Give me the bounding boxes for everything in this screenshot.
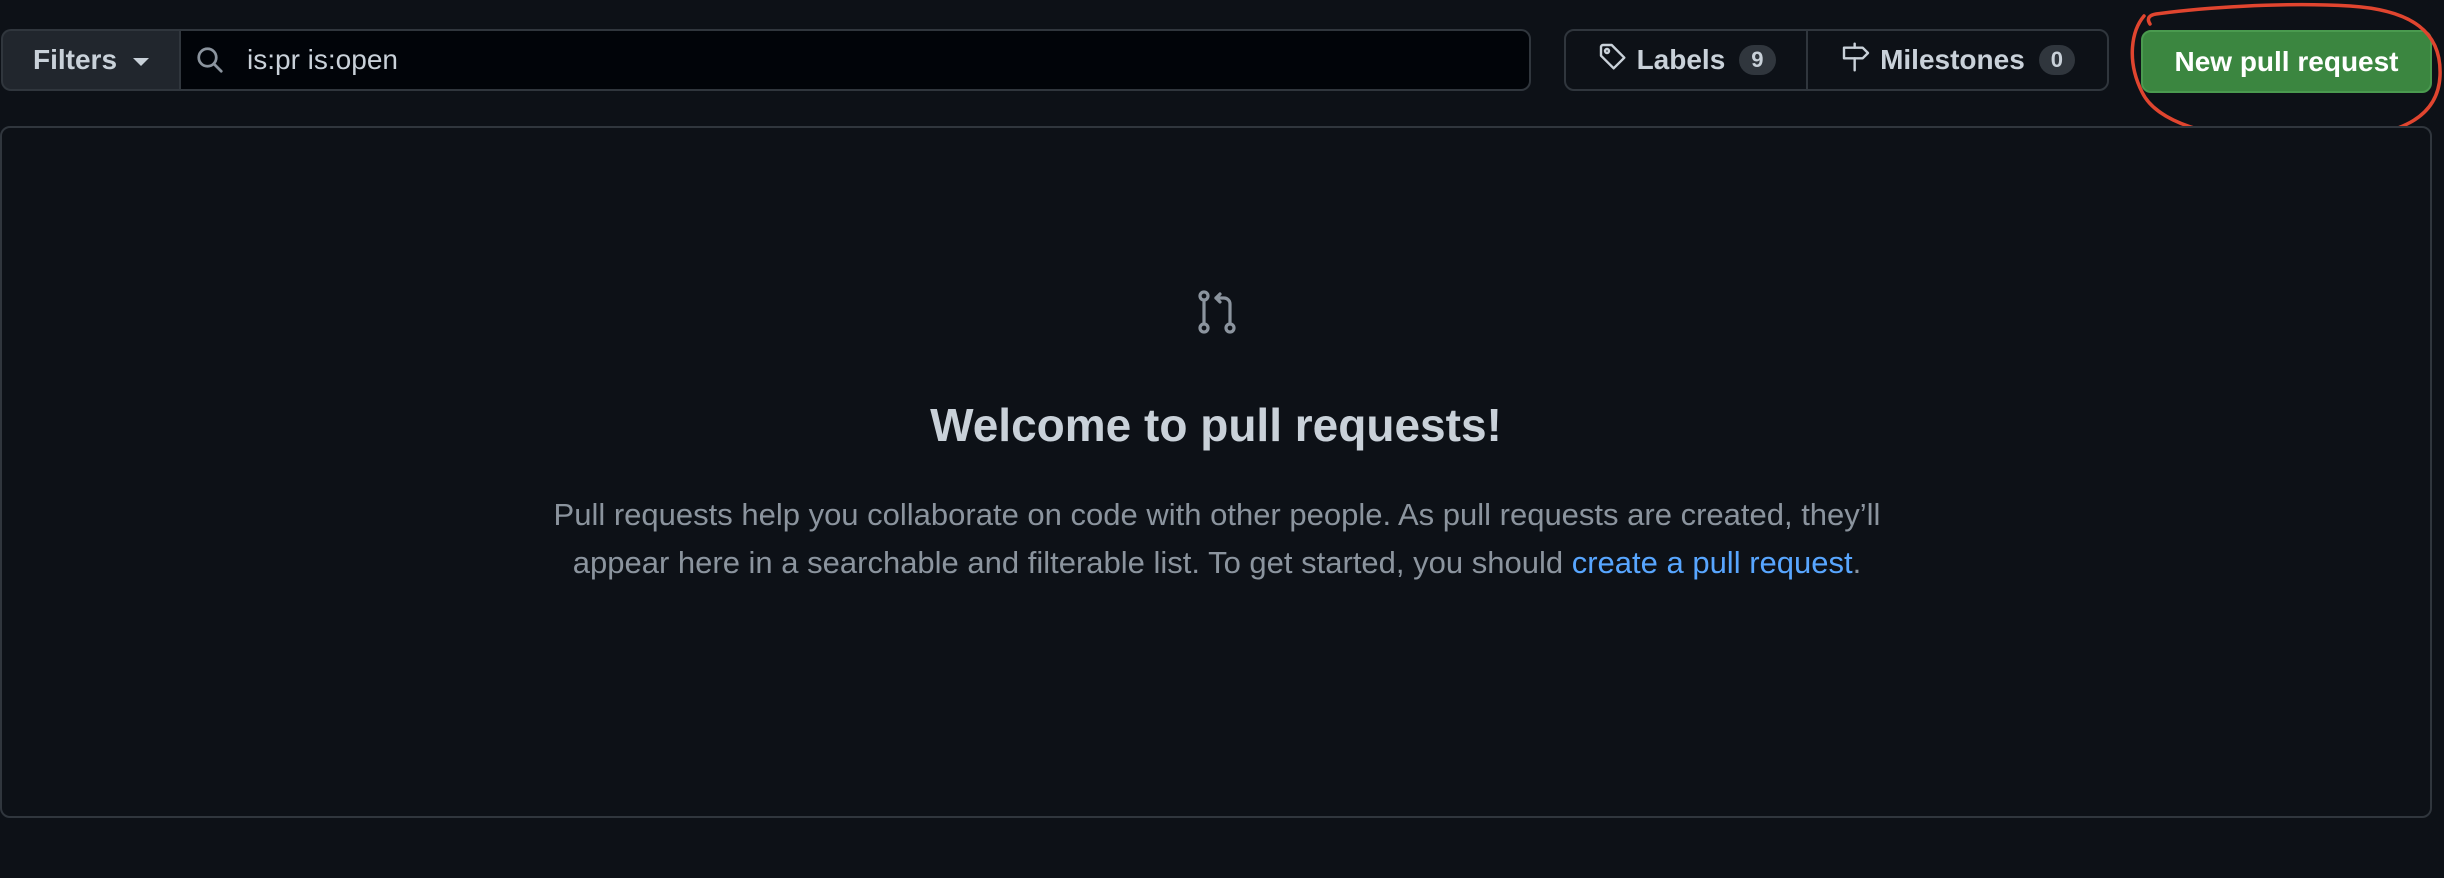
labels-button[interactable]: Labels 9 — [1566, 31, 1809, 89]
git-pull-request-icon — [1194, 288, 1242, 336]
search-icon — [195, 43, 229, 77]
search-input[interactable] — [245, 43, 1529, 77]
labels-milestones-group: Labels 9 Milestones 0 — [1564, 29, 2109, 91]
milestones-count: 0 — [2038, 45, 2076, 75]
new-pull-request-button[interactable]: New pull request — [2141, 30, 2432, 93]
search-box[interactable] — [179, 29, 1531, 91]
tag-icon — [1597, 41, 1629, 80]
milestones-button[interactable]: Milestones 0 — [1808, 31, 2107, 89]
chevron-down-icon — [133, 58, 150, 66]
labels-count: 9 — [1739, 45, 1776, 75]
blankslate-text-end: . — [1852, 545, 1862, 580]
pull-requests-page: Filters Labels 9 — [0, 0, 2444, 878]
blankslate-title: Welcome to pull requests! — [930, 399, 1502, 451]
milestone-icon — [1840, 41, 1872, 80]
blankslate-description: Pull requests help you collaborate on co… — [542, 491, 1892, 587]
filters-label: Filters — [32, 44, 118, 75]
labels-label: Labels — [1636, 44, 1726, 75]
pr-toolbar: Filters Labels 9 — [0, 0, 2444, 143]
milestones-label: Milestones — [1880, 44, 2025, 75]
create-pull-request-link[interactable]: create a pull request — [1572, 545, 1853, 580]
blankslate-panel: Welcome to pull requests! Pull requests … — [0, 126, 2432, 818]
filters-button[interactable]: Filters — [1, 29, 179, 91]
